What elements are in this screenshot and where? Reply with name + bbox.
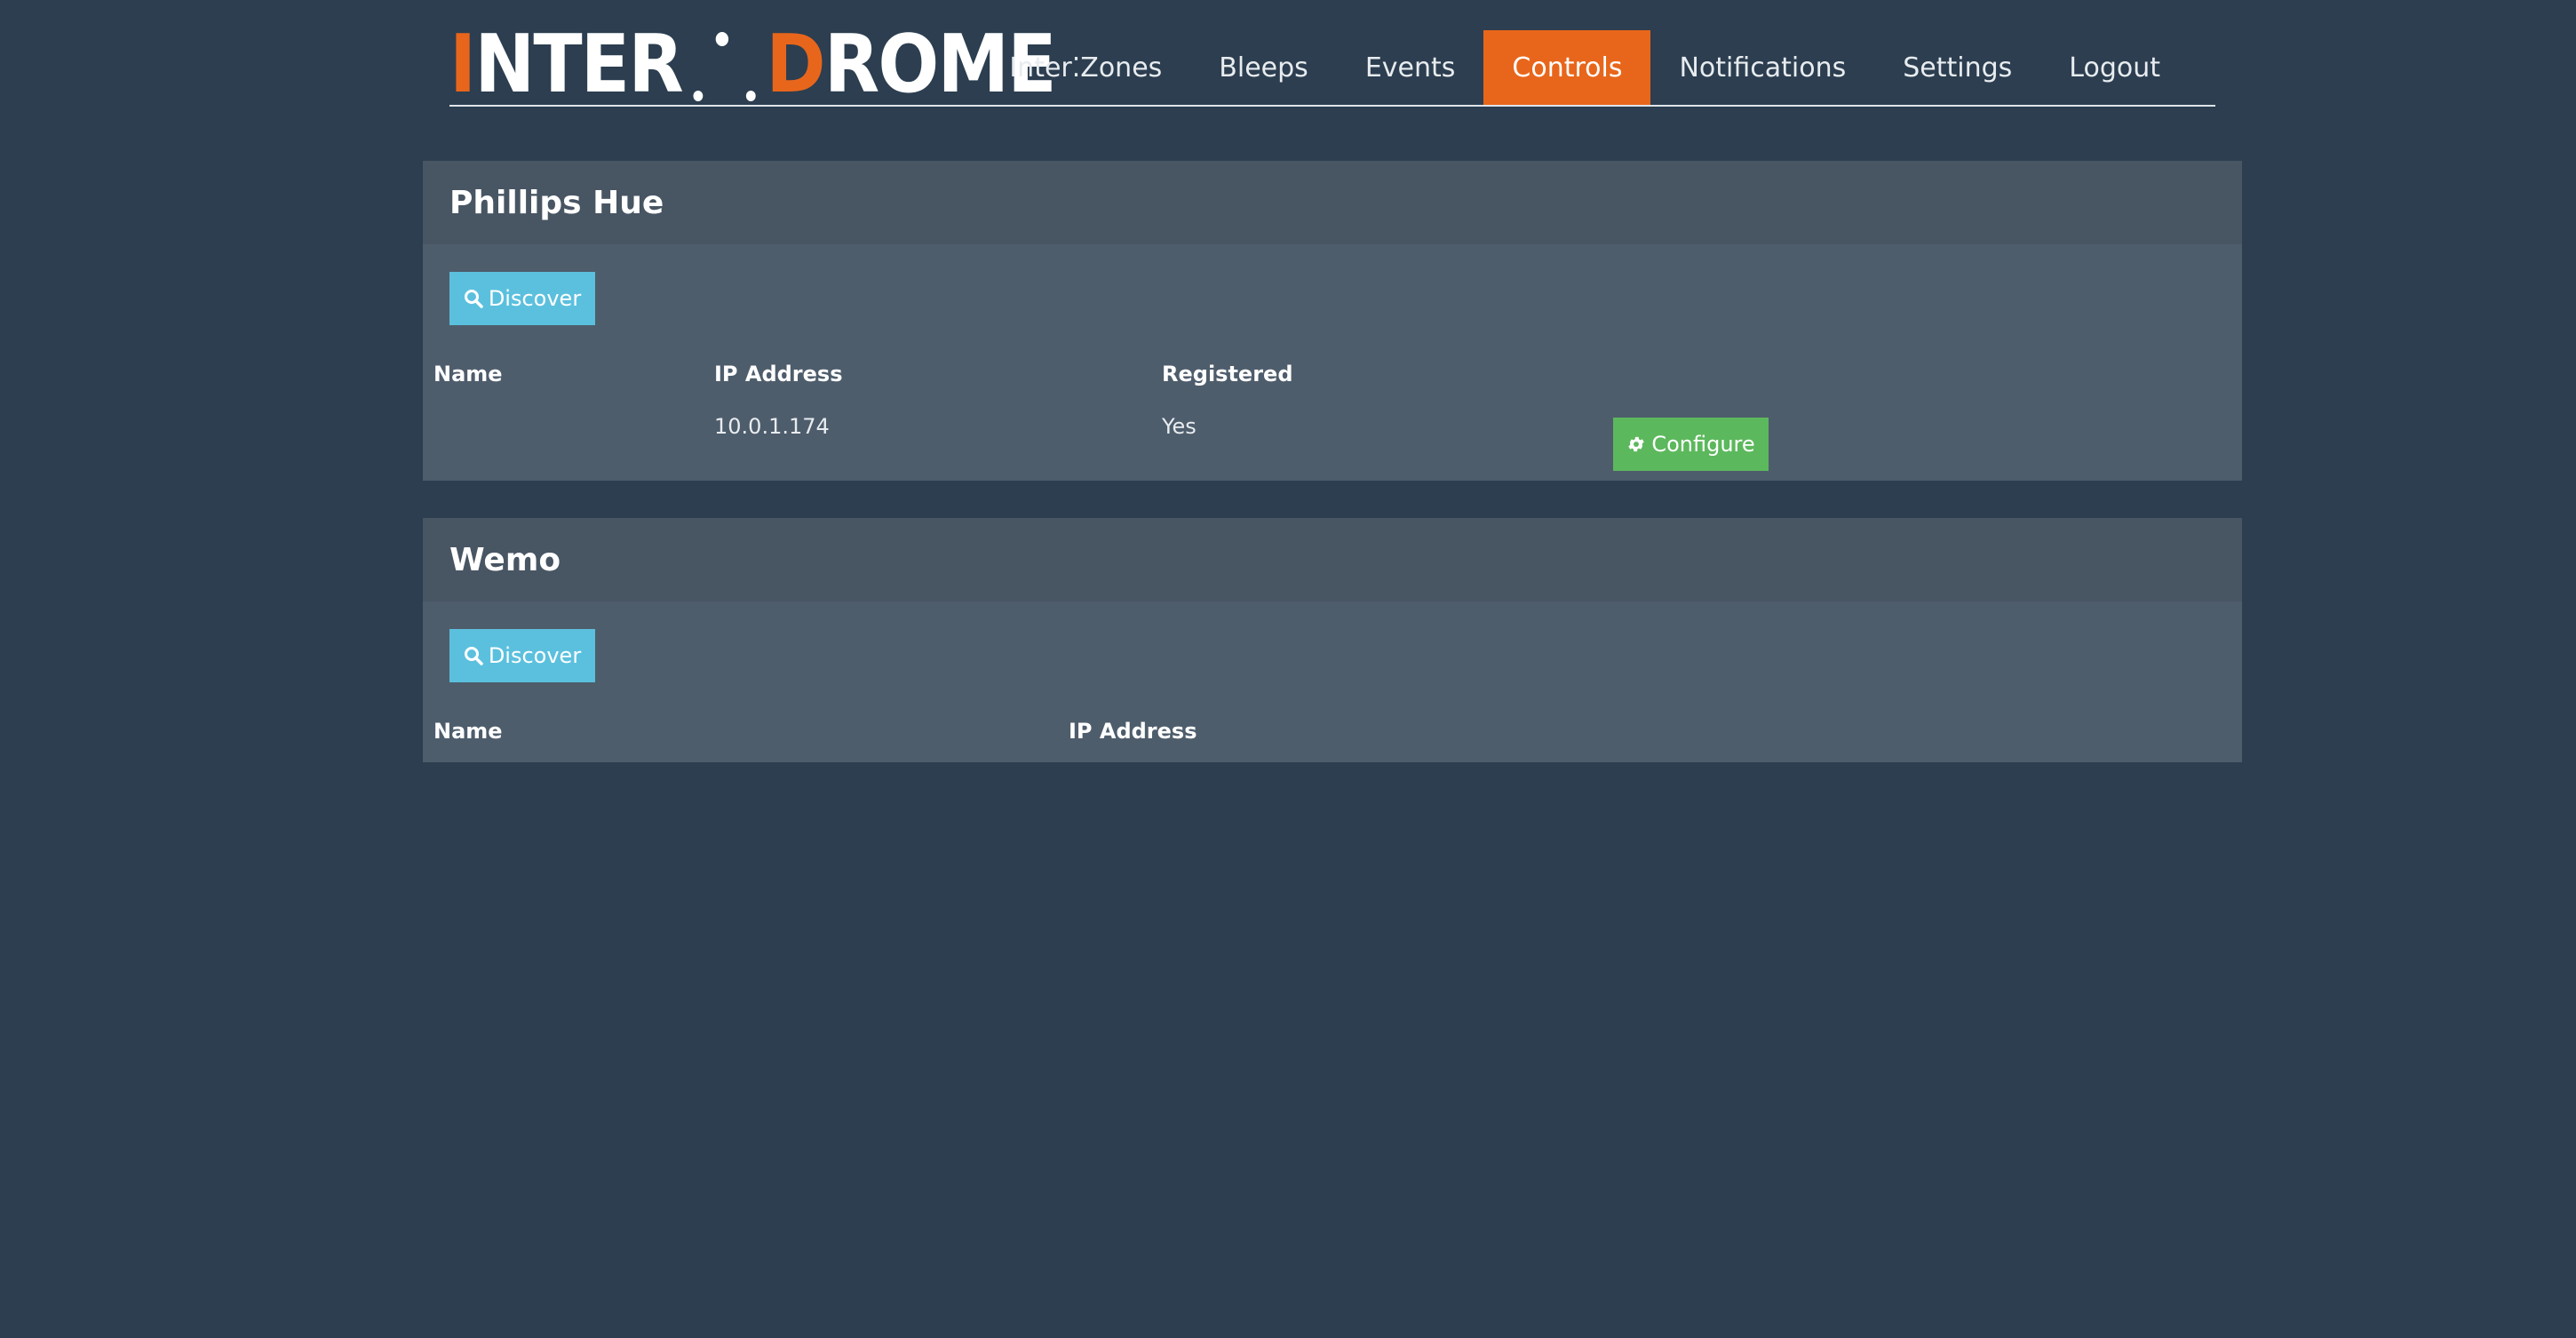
hue-panel-body: Discover Name IP Address Registered 10.0… — [423, 244, 2242, 481]
logo-dots — [682, 30, 767, 105]
nav-settings[interactable]: Settings — [1874, 30, 2040, 105]
hue-configure-button[interactable]: Configure — [1613, 418, 1769, 471]
nav-notifications[interactable]: Notifications — [1650, 30, 1874, 105]
nav-bleeps[interactable]: Bleeps — [1190, 30, 1337, 105]
hue-row-ip: 10.0.1.174 — [714, 414, 830, 439]
top-navbar: I NTER D ROME Inter⁚Zones Bleeps Events … — [449, 25, 2215, 107]
wemo-col-name: Name — [433, 719, 503, 744]
hue-row-registered: Yes — [1162, 414, 1197, 439]
hue-panel-title: Phillips Hue — [423, 161, 2242, 244]
hue-col-ip: IP Address — [714, 362, 843, 386]
wemo-discover-button[interactable]: Discover — [449, 629, 595, 682]
wemo-panel: Wemo Discover Name IP Address — [423, 518, 2242, 762]
wemo-panel-title: Wemo — [423, 518, 2242, 601]
hue-configure-label: Configure — [1651, 432, 1755, 457]
nav-interzones[interactable]: Inter⁚Zones — [981, 30, 1190, 105]
logo-text-1: NTER — [474, 18, 683, 111]
hue-panel: Phillips Hue Discover Name IP Address Re… — [423, 161, 2242, 481]
logo-accent-2: D — [766, 18, 825, 111]
search-icon — [464, 289, 483, 308]
main-nav: Inter⁚Zones Bleeps Events Controls Notif… — [981, 30, 2189, 105]
nav-controls[interactable]: Controls — [1483, 30, 1651, 105]
hue-discover-label: Discover — [488, 286, 582, 311]
search-icon — [464, 646, 483, 665]
wemo-discover-label: Discover — [488, 643, 582, 668]
nav-events[interactable]: Events — [1337, 30, 1484, 105]
hue-col-registered: Registered — [1162, 362, 1293, 386]
nav-logout[interactable]: Logout — [2040, 30, 2189, 105]
logo[interactable]: I NTER D ROME — [449, 25, 1057, 105]
hue-col-name: Name — [433, 362, 503, 386]
hue-discover-button[interactable]: Discover — [449, 272, 595, 325]
wemo-col-ip: IP Address — [1069, 719, 1197, 744]
gear-icon — [1626, 434, 1646, 454]
logo-accent-1: I — [449, 18, 476, 111]
wemo-panel-body: Discover Name IP Address — [423, 601, 2242, 762]
